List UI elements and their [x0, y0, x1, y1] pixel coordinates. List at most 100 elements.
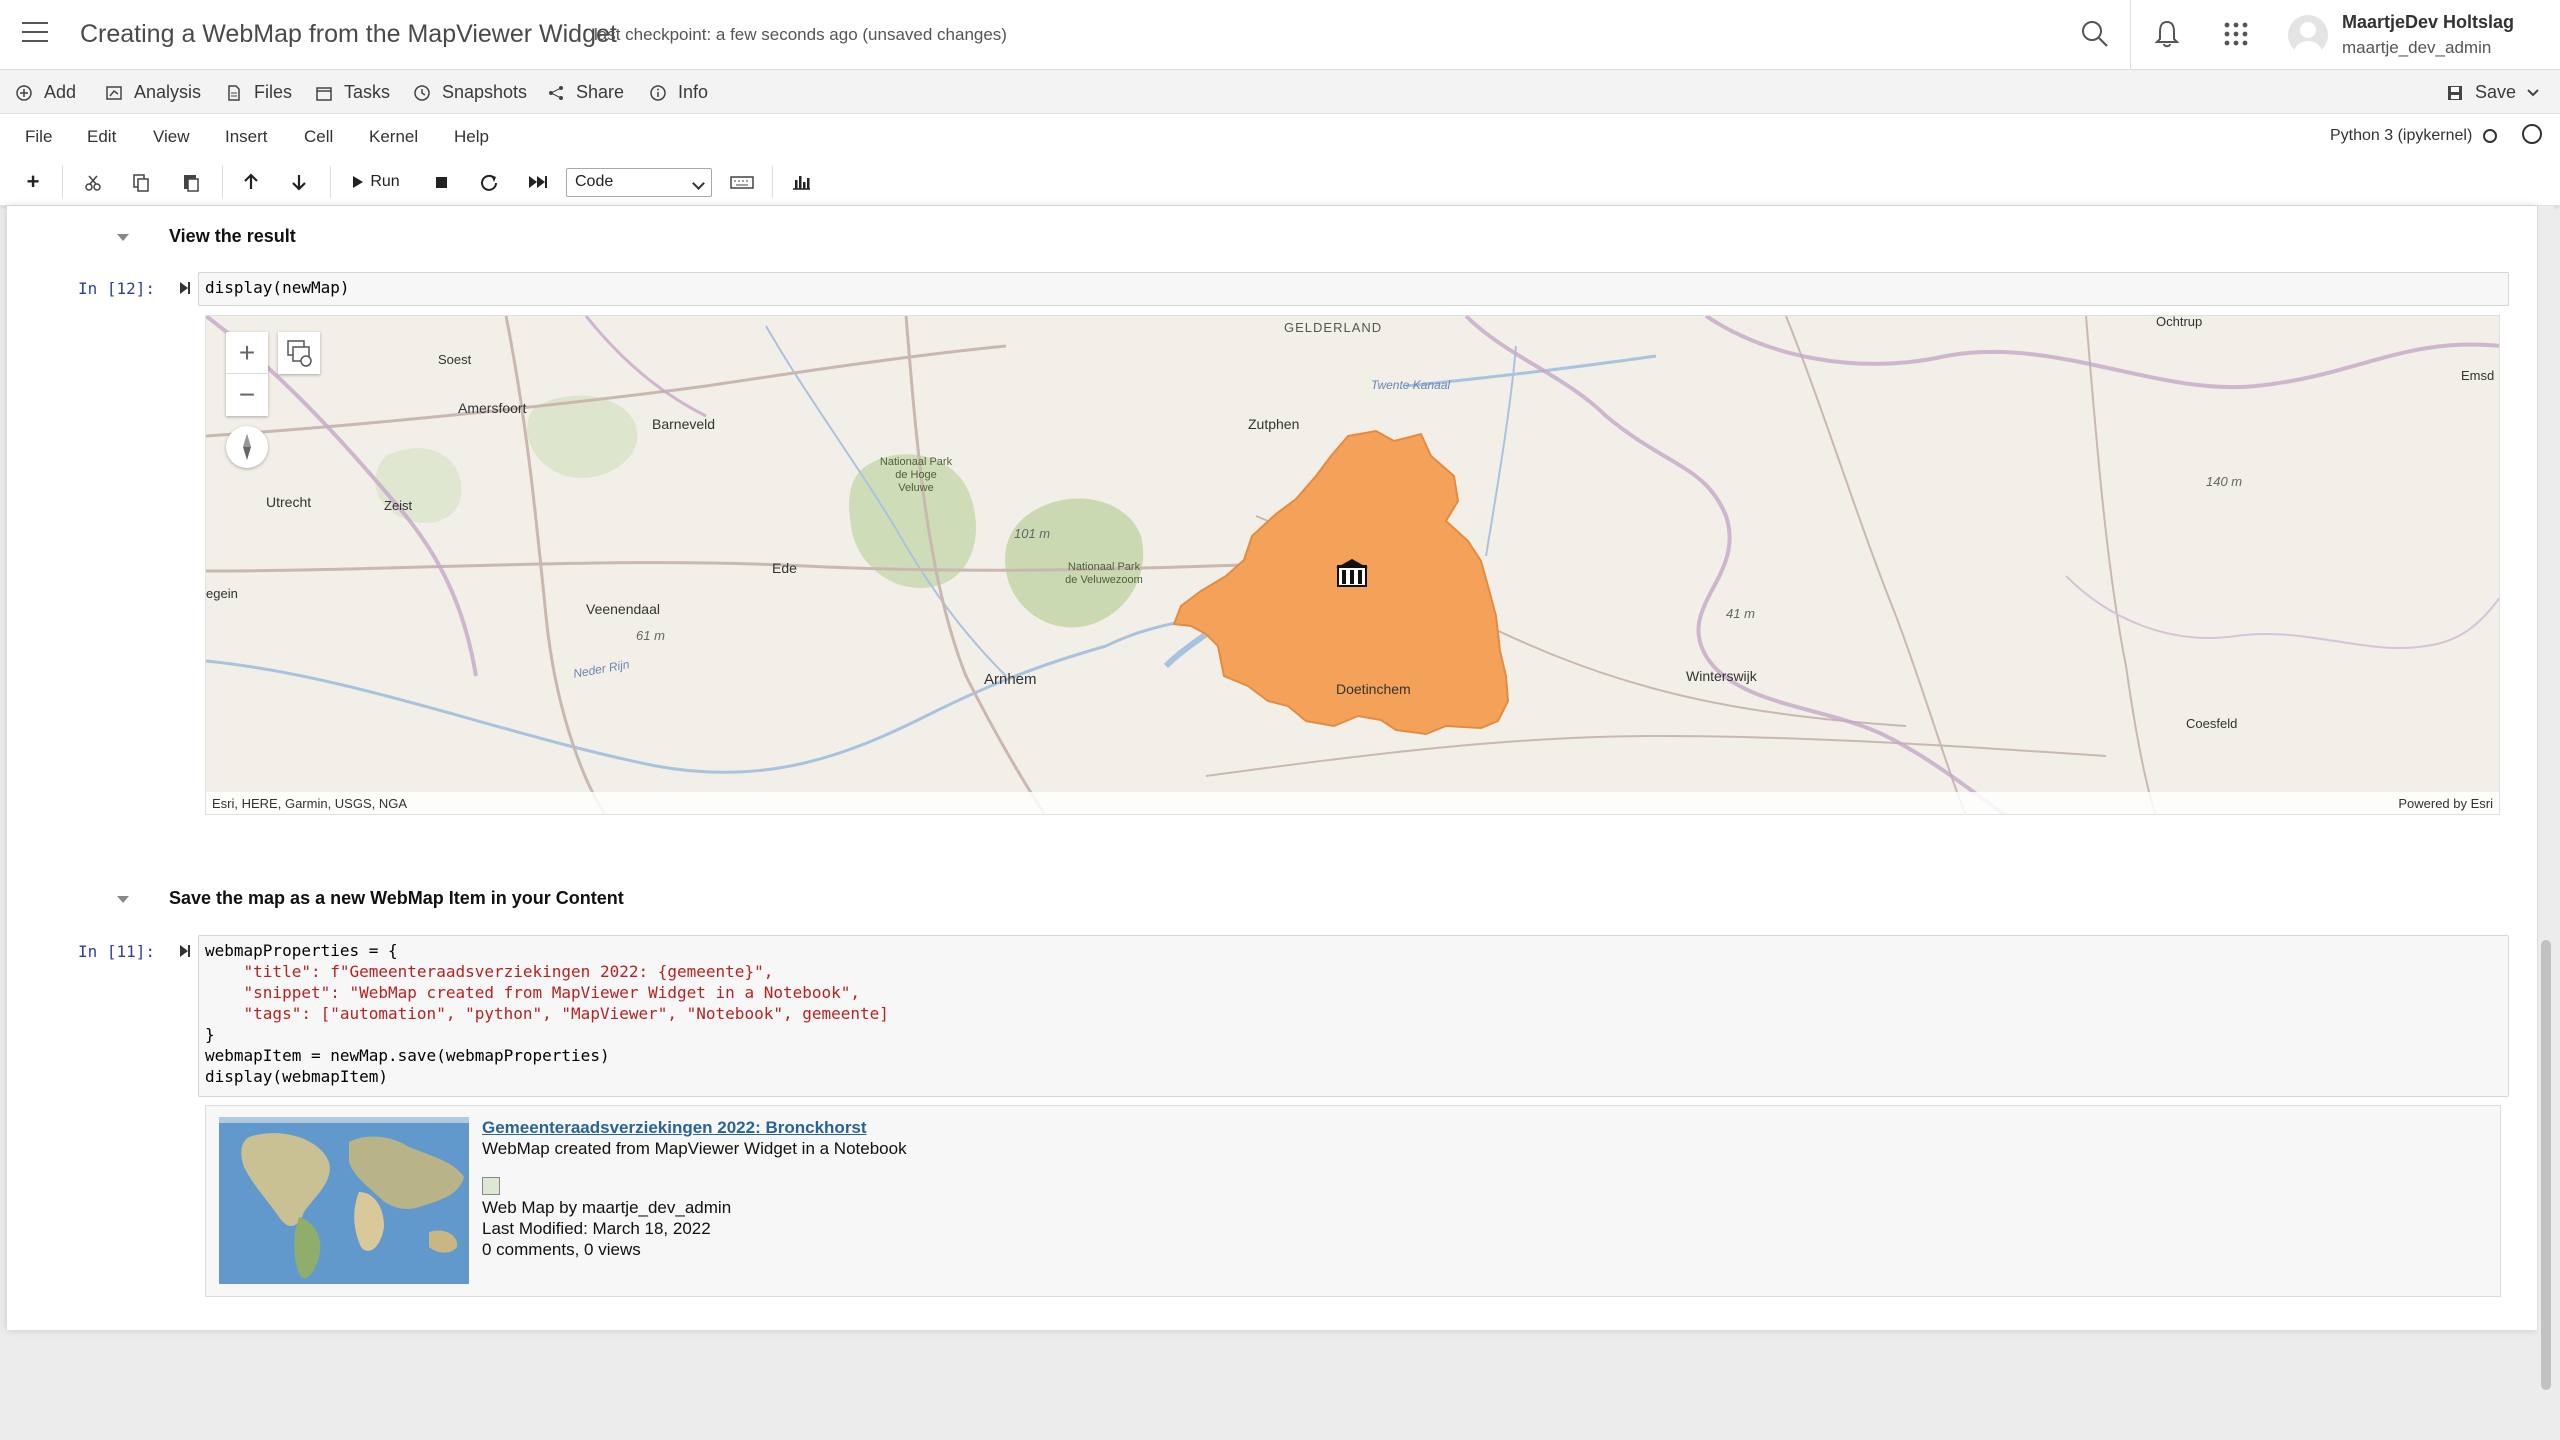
bar-chart-icon[interactable]	[788, 166, 814, 198]
kernel-name[interactable]: Python 3 (ipykernel)	[2330, 127, 2472, 145]
fast-forward-icon[interactable]	[524, 166, 550, 198]
info-label: Info	[678, 82, 709, 102]
cell-prompt: In [11]:	[78, 942, 156, 961]
stop-icon[interactable]	[428, 166, 454, 198]
share-button[interactable]: Share	[548, 82, 624, 103]
file-icon	[228, 84, 240, 101]
add-label: Add	[44, 82, 77, 102]
zoom-out-icon[interactable]: −	[226, 374, 268, 416]
place-label: Doetinchem	[1336, 681, 1411, 697]
arrow-up-icon[interactable]	[238, 166, 264, 198]
save-label: Save	[2474, 82, 2516, 102]
user-login: maartje_dev_admin	[2342, 38, 2492, 57]
city-hall-marker-icon[interactable]	[1334, 556, 1370, 592]
menu-insert[interactable]: Insert	[225, 127, 268, 147]
analysis-icon	[106, 85, 122, 100]
place-label: Ede	[772, 560, 797, 576]
place-label: Coesfeld	[2186, 716, 2238, 731]
run-button[interactable]: Run	[346, 166, 406, 198]
keyboard-icon[interactable]	[728, 166, 756, 198]
place-label: Soest	[438, 352, 472, 367]
place-label: Ochtrup	[2156, 315, 2203, 329]
basemap-toggle-icon[interactable]	[278, 332, 320, 374]
toolbar-divider	[62, 166, 63, 198]
insert-cell-plus-icon[interactable]: +	[20, 166, 46, 198]
run-cell-icon[interactable]	[179, 944, 191, 958]
item-modified: Last Modified: March 18, 2022	[482, 1219, 711, 1238]
collapse-caret-icon[interactable]	[117, 234, 129, 241]
notebook-title[interactable]: Creating a WebMap from the MapViewer Wid…	[80, 20, 617, 49]
layers-icon	[287, 340, 312, 367]
compass-needle-icon	[243, 434, 251, 460]
search-icon[interactable]	[2077, 16, 2113, 52]
notebook-toolbar: Add Analysis Files Tasks Snapshots Share…	[0, 70, 2560, 114]
place-label: Barneveld	[652, 416, 716, 432]
save-disk-icon	[2447, 85, 2462, 100]
jupyter-menubar: File Edit View Insert Cell Kernel Help	[0, 114, 2560, 160]
world-map-thumbnail	[219, 1117, 469, 1284]
tasks-label: Tasks	[344, 82, 391, 102]
collapse-header-icon[interactable]	[2522, 124, 2542, 144]
code-line: "snippet": "WebMap created from MapViewe…	[205, 983, 861, 1002]
place-label: Zeist	[384, 498, 413, 513]
place-label: Zutphen	[1248, 416, 1300, 432]
item-thumbnail[interactable]	[219, 1117, 469, 1284]
chevron-down-icon	[2527, 88, 2539, 96]
powered-by-esri[interactable]: Powered by Esri	[2398, 796, 2493, 811]
restart-icon[interactable]	[476, 166, 502, 198]
item-snippet: WebMap created from MapViewer Widget in …	[482, 1139, 907, 1158]
arrow-down-icon[interactable]	[286, 166, 312, 198]
menu-edit[interactable]: Edit	[87, 127, 116, 147]
user-avatar[interactable]	[2288, 15, 2328, 55]
code-line: "tags": ["automation", "python", "MapVie…	[205, 1004, 889, 1023]
place-label: Amersfoort	[458, 400, 527, 416]
menu-help[interactable]: Help	[454, 127, 489, 147]
cell-prompt: In [12]:	[78, 279, 156, 298]
park-label: Nationaal Park de Veluwezoom	[1065, 561, 1143, 586]
files-button[interactable]: Files	[226, 82, 292, 103]
code-input[interactable]: display(newMap)	[198, 272, 2509, 306]
elevation-label: 140 m	[2206, 474, 2243, 489]
toolbar-divider	[330, 166, 331, 198]
share-label: Share	[576, 82, 625, 102]
menu-file[interactable]: File	[25, 127, 52, 147]
snapshots-button[interactable]: Snapshots	[414, 82, 527, 103]
save-button[interactable]: Save	[2447, 82, 2540, 103]
info-button[interactable]: Info	[650, 82, 708, 103]
collapse-caret-icon[interactable]	[117, 896, 129, 903]
tasks-button[interactable]: Tasks	[316, 82, 390, 103]
menu-kernel[interactable]: Kernel	[369, 127, 418, 147]
snapshots-label: Snapshots	[442, 82, 528, 102]
compass-icon[interactable]	[226, 426, 268, 468]
files-label: Files	[254, 82, 293, 102]
zoom-in-icon[interactable]: +	[226, 332, 268, 374]
user-name[interactable]: MaartjeDev Holtslag	[2342, 12, 2514, 33]
add-button[interactable]: Add	[16, 82, 76, 103]
menu-cell[interactable]: Cell	[304, 127, 333, 147]
app-launcher-grid-icon[interactable]	[2218, 16, 2254, 52]
park-label: Nationaal Park de Hoge Veluwe	[879, 456, 953, 494]
place-label: egein	[206, 586, 238, 601]
info-icon	[650, 84, 666, 101]
water-label: Twente Kanaal	[1371, 378, 1451, 392]
paste-icon[interactable]	[178, 166, 204, 198]
markdown-heading: View the result	[169, 226, 296, 246]
notifications-bell-icon[interactable]	[2149, 16, 2185, 52]
run-cell-icon[interactable]	[179, 281, 191, 295]
copy-icon[interactable]	[128, 166, 154, 198]
menu-view[interactable]: View	[153, 127, 190, 147]
kernel-status-icon	[2483, 129, 2497, 143]
cell-type-select[interactable]: Code	[566, 168, 712, 197]
code-input[interactable]: webmapProperties = { "title": f"Gemeente…	[198, 935, 2509, 1097]
map-attribution[interactable]: Esri, HERE, Garmin, USGS, NGA	[212, 796, 407, 811]
markdown-heading: Save the map as a new WebMap Item in you…	[169, 888, 624, 908]
menu-icon[interactable]	[22, 22, 48, 46]
scrollbar-thumb[interactable]	[2541, 940, 2551, 1390]
map-widget[interactable]: Soest Amersfoort Barneveld Utrecht Zeist…	[205, 315, 2500, 815]
elevation-label: 101 m	[1014, 526, 1051, 541]
cut-scissors-icon[interactable]	[80, 166, 106, 198]
item-title-link[interactable]: Gemeenteraadsverziekingen 2022: Bronckho…	[482, 1118, 867, 1138]
share-icon	[549, 85, 563, 100]
code-line: }	[205, 1025, 215, 1044]
analysis-button[interactable]: Analysis	[106, 82, 201, 103]
